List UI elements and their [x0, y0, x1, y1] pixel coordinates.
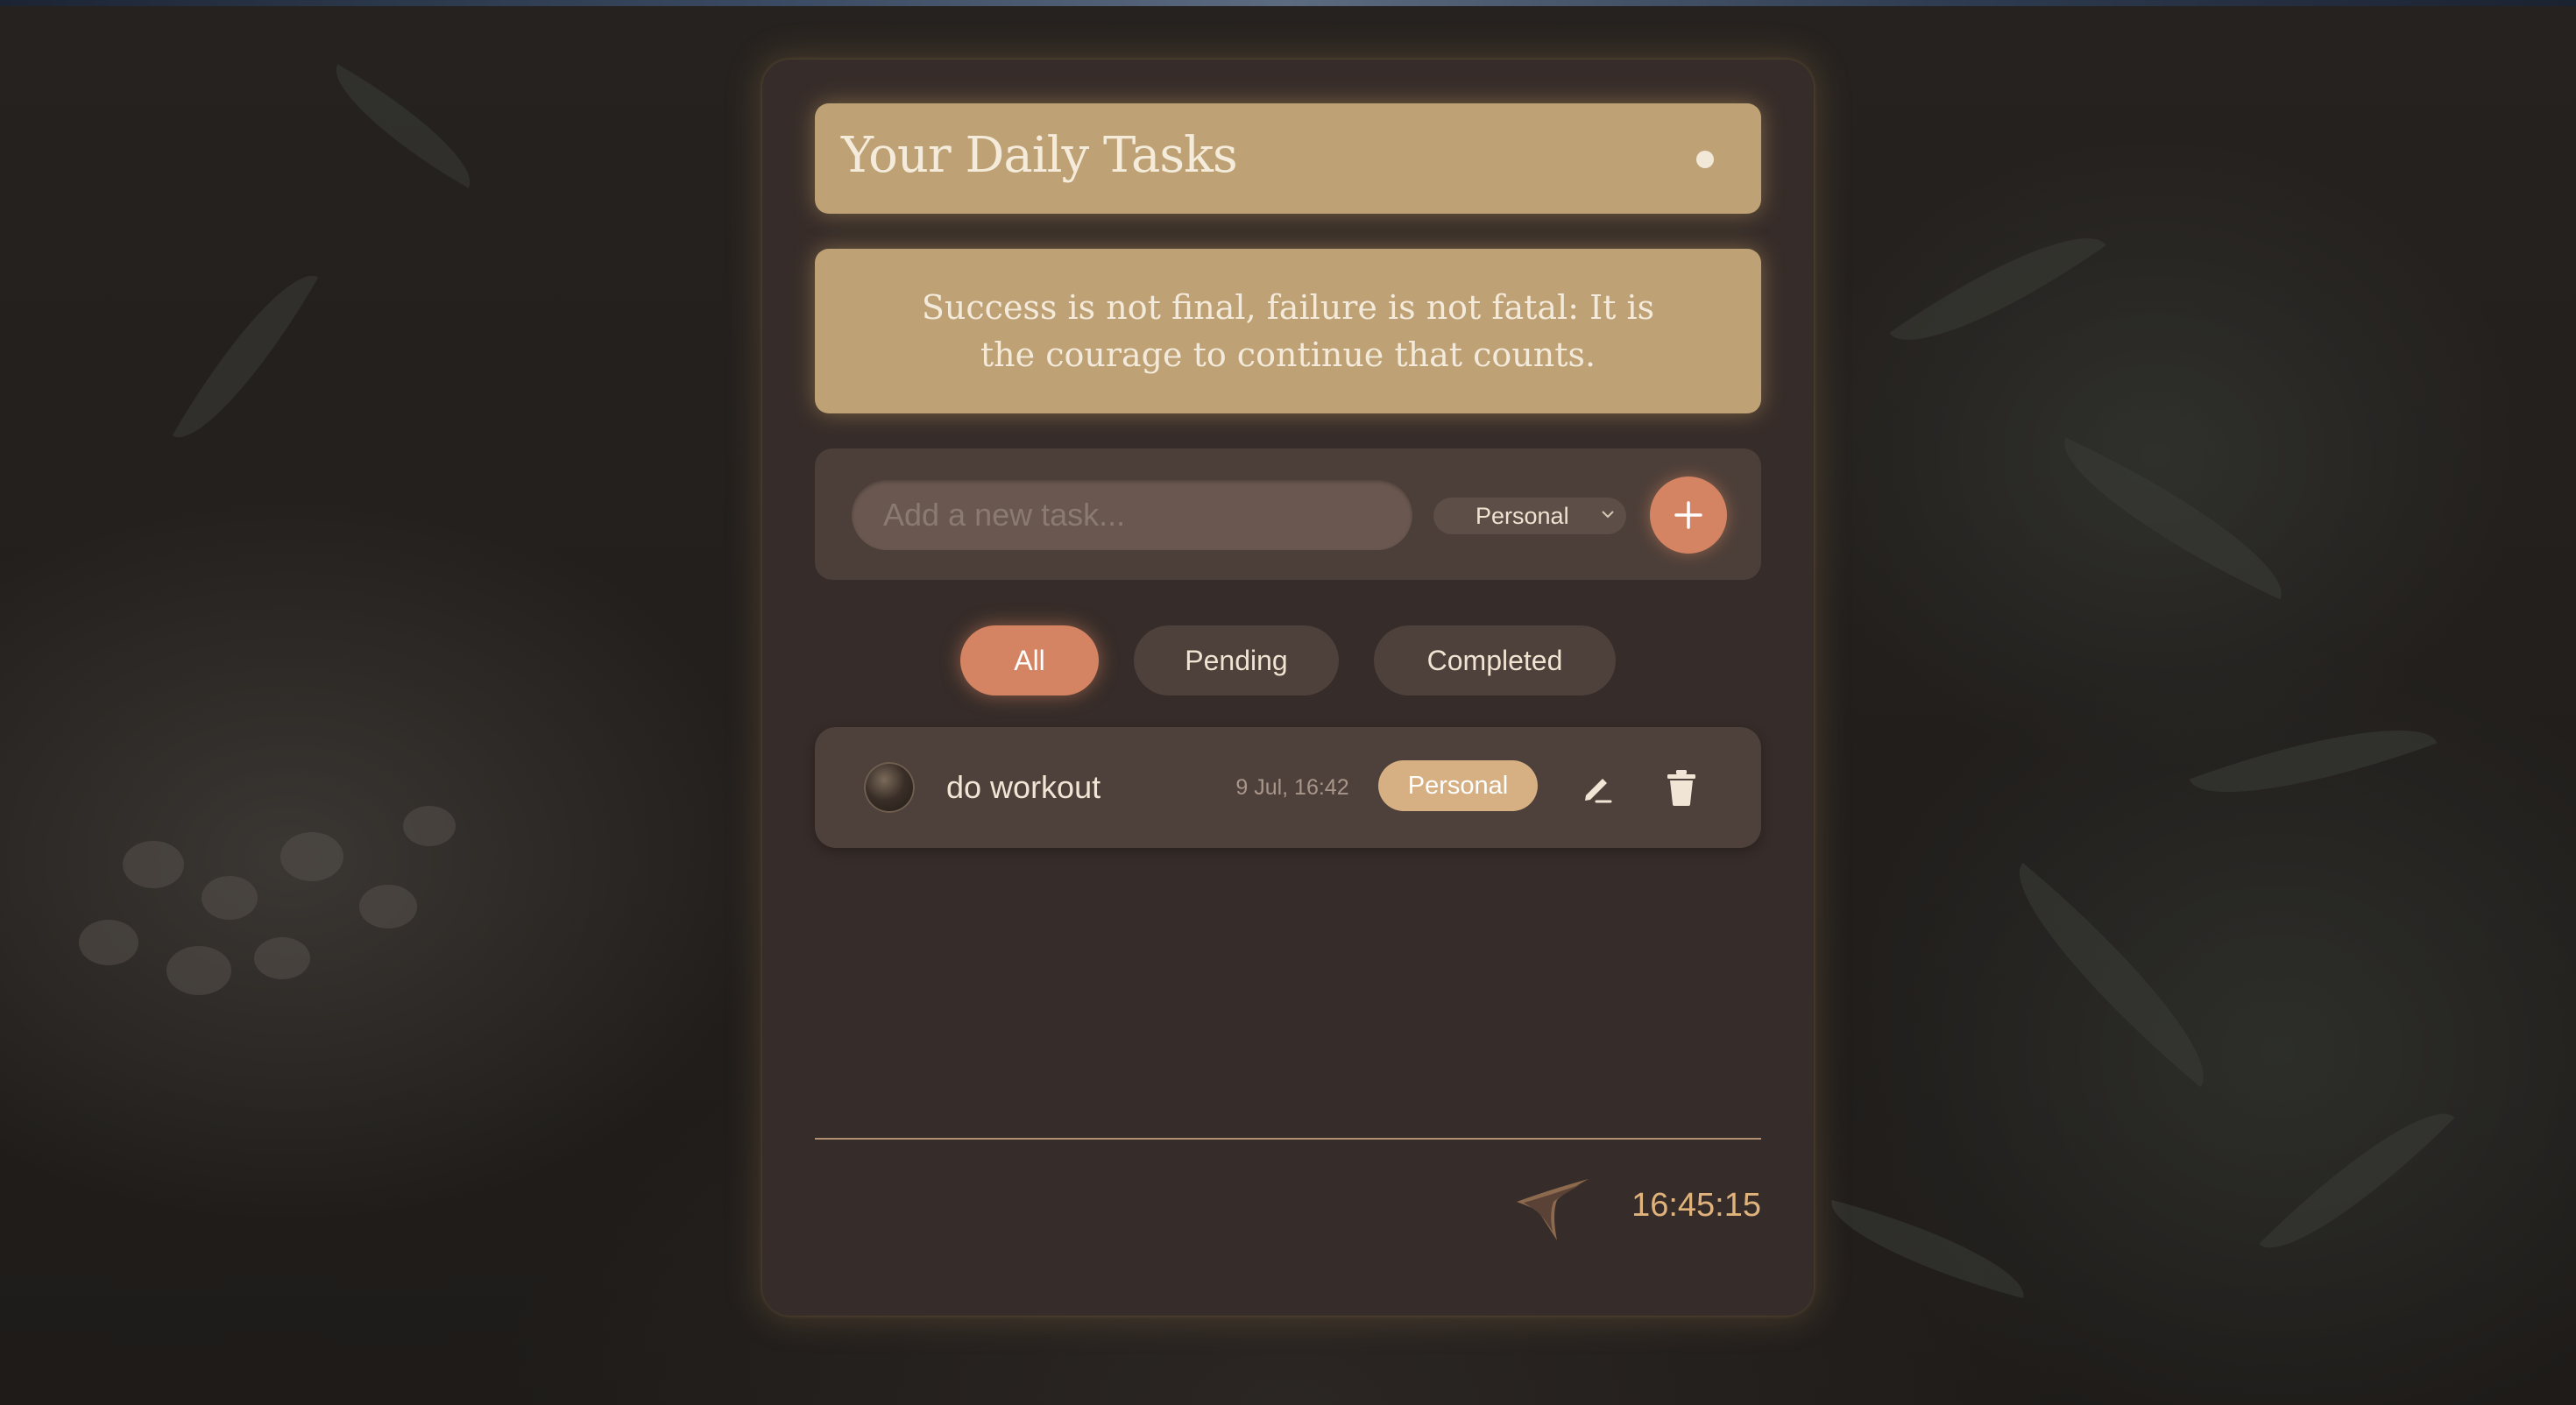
background-leaf — [1889, 201, 2106, 377]
background-pebble — [359, 885, 417, 928]
tab-completed[interactable]: Completed — [1374, 625, 1616, 695]
background-leaf — [316, 64, 490, 188]
footer-divider — [815, 1138, 1761, 1140]
task-item: do workout 9 Jul, 16:42 Personal — [815, 727, 1761, 848]
background-pebble — [254, 937, 310, 979]
header-banner: Your Daily Tasks — [815, 103, 1761, 214]
category-select[interactable]: Personal — [1433, 498, 1626, 534]
category-select-value: Personal — [1476, 503, 1569, 529]
quote-banner: Success is not final, failure is not fat… — [815, 249, 1761, 413]
app-background: Your Daily Tasks Success is not final, f… — [0, 0, 2576, 1405]
page-title: Your Daily Tasks — [841, 127, 1238, 184]
quote-text: Success is not final, failure is not fat… — [921, 288, 1655, 374]
task-title: do workout — [946, 769, 1101, 805]
top-image-strip — [0, 0, 2576, 6]
task-timestamp: 9 Jul, 16:42 — [1235, 775, 1349, 800]
new-task-input[interactable] — [852, 480, 1412, 550]
background-leaf — [172, 253, 319, 460]
background-leaf — [1820, 1199, 2035, 1299]
background-pebble — [280, 832, 343, 881]
background-pebble — [79, 920, 138, 965]
task-category-badge: Personal — [1378, 760, 1538, 811]
background-leaf — [2042, 437, 2304, 600]
task-card: Your Daily Tasks Success is not final, f… — [762, 60, 1814, 1316]
background-leaf — [2189, 695, 2438, 828]
tab-pending[interactable]: Pending — [1134, 625, 1339, 695]
background-leaf — [1985, 862, 2238, 1088]
background-pebble — [403, 806, 456, 846]
task-complete-toggle[interactable] — [864, 762, 915, 813]
status-dot-icon[interactable] — [1696, 151, 1714, 168]
tab-all[interactable]: All — [960, 625, 1099, 695]
add-task-bar: Personal — [815, 448, 1761, 580]
background-leaf — [2259, 1083, 2455, 1279]
add-task-button[interactable] — [1650, 477, 1727, 554]
clock-display: 16:45:15 — [1631, 1187, 1761, 1224]
filter-tabs: All Pending Completed — [762, 625, 1814, 695]
background-pebble — [202, 876, 258, 920]
background-pebble — [123, 841, 184, 888]
pencil-icon[interactable] — [1579, 769, 1616, 806]
arrow-logo-icon — [1517, 1179, 1589, 1240]
trash-icon[interactable] — [1663, 767, 1700, 808]
chevron-down-icon — [1602, 511, 1614, 519]
plus-icon — [1674, 501, 1702, 529]
background-pebble — [166, 946, 231, 995]
